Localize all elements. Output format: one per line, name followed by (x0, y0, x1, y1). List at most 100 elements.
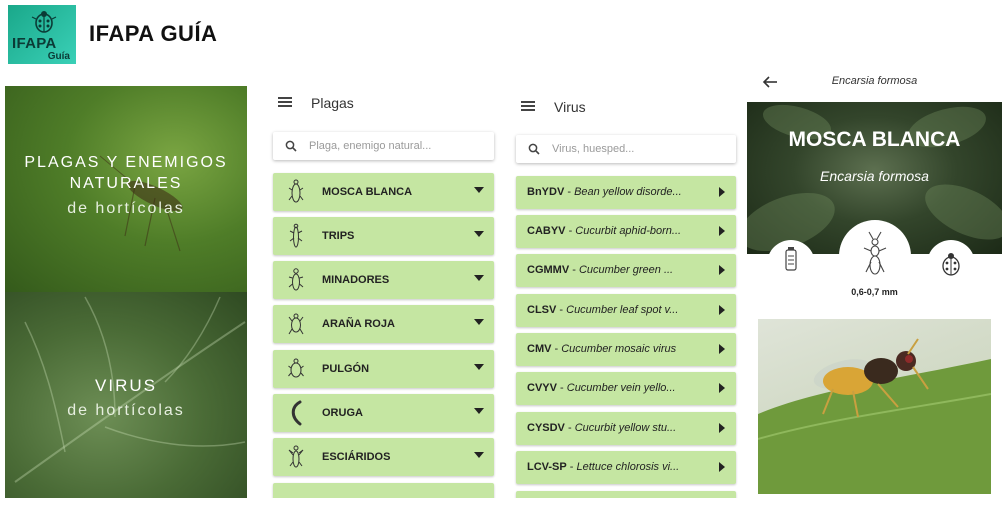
caterpillar-icon (291, 400, 302, 426)
chevron-right-icon[interactable] (719, 423, 725, 433)
chevron-down-icon[interactable] (474, 452, 484, 458)
virus-item-bnydv[interactable]: BnYDV - Bean yellow disorde... (516, 176, 736, 209)
ladybug-icon (942, 253, 960, 276)
plagas-tile-subtitle: de hortícolas (67, 200, 185, 217)
virus-topbar: Virus (510, 86, 743, 126)
plagas-item-label: MINADORES (322, 274, 390, 286)
virus-search[interactable] (516, 135, 736, 163)
trap-bubble[interactable] (767, 240, 815, 288)
virus-code: CABYV (527, 225, 566, 237)
plagas-topbar: Plagas (266, 86, 502, 126)
chevron-right-icon[interactable] (719, 187, 725, 197)
virus-name: Cucurbit aphid-born... (575, 225, 682, 237)
plagas-title: Plagas (311, 95, 354, 111)
chevron-right-icon[interactable] (719, 344, 725, 354)
menu-icon[interactable] (521, 101, 535, 112)
chevron-down-icon[interactable] (474, 187, 484, 193)
insect-photo (758, 319, 991, 494)
chevron-down-icon[interactable] (474, 364, 484, 370)
plagas-screen: Plagas MOSCA BLANCA TRIPS MINADORES ARAÑ… (266, 86, 502, 498)
virus-item-label: CYSDV - Cucurbit yellow stu... (527, 422, 677, 434)
plagas-item-label: ARAÑA ROJA (322, 318, 395, 330)
plagas-search[interactable] (273, 132, 494, 160)
virus-item-clsv[interactable]: CLSV - Cucumber leaf spot v... (516, 294, 736, 327)
plagas-item-oruga[interactable]: ORUGA (273, 394, 494, 432)
plagas-item-minadores[interactable]: MINADORES (273, 261, 494, 299)
virus-name: Lettuce chlorosis vi... (576, 461, 680, 473)
virus-code: CMV (527, 343, 552, 355)
plagas-item-mosca-blanca[interactable]: MOSCA BLANCA (273, 173, 494, 211)
virus-item-label: CABYV - Cucurbit aphid-born... (527, 225, 682, 237)
plagas-item-partial[interactable] (273, 483, 494, 498)
app-logo: IFAPA Guía (8, 5, 76, 64)
thrips-icon (289, 223, 303, 248)
detail-hero-subtitle: Encarsia formosa (820, 168, 929, 184)
logo-subtext: Guía (47, 51, 70, 62)
plagas-item-label: MOSCA BLANCA (322, 186, 413, 198)
app-title: IFAPA GUÍA (89, 21, 218, 46)
virus-item-label: CVYV - Cucumber vein yello... (527, 382, 676, 394)
virus-name: Cucumber green ... (578, 264, 674, 276)
virus-item-cvyv[interactable]: CVYV - Cucumber vein yello... (516, 372, 736, 405)
logo-text: IFAPA (12, 35, 57, 52)
ladybug-logo-icon (31, 11, 57, 33)
encarsia-photo-illustration (758, 338, 991, 494)
home-screen: PLAGAS Y ENEMIGOS NATURALES de hortícola… (5, 86, 247, 498)
spider-mite-icon (288, 313, 304, 335)
chevron-down-icon[interactable] (474, 319, 484, 325)
insect-size-label: 0,6-0,7 mm (851, 287, 898, 297)
virus-item-cysdv[interactable]: CYSDV - Cucurbit yellow stu... (516, 412, 736, 445)
plagas-item-label: TRIPS (322, 230, 355, 242)
virus-screen: Virus BnYDV - Bean yellow disorde... CAB… (510, 86, 743, 498)
search-icon (285, 140, 297, 152)
virus-code: CYSDV (527, 422, 565, 434)
chevron-right-icon[interactable] (719, 305, 725, 315)
aphid-icon (288, 358, 304, 378)
plagas-item-arana-roja[interactable]: ARAÑA ROJA (273, 305, 494, 343)
chevron-right-icon[interactable] (719, 226, 725, 236)
virus-item-partial[interactable] (516, 491, 736, 498)
virus-item-lcv-sp[interactable]: LCV-SP - Lettuce chlorosis vi... (516, 451, 736, 484)
chevron-right-icon[interactable] (719, 383, 725, 393)
chevron-down-icon[interactable] (474, 408, 484, 414)
chevron-right-icon[interactable] (719, 462, 725, 472)
plagas-item-pulgon[interactable]: PULGÓN (273, 350, 494, 388)
virus-name: Cucumber vein yello... (566, 382, 676, 394)
chevron-down-icon[interactable] (474, 231, 484, 237)
virus-item-cabyv[interactable]: CABYV - Cucurbit aphid-born... (516, 215, 736, 248)
virus-name: Bean yellow disorde... (574, 186, 682, 198)
virus-name: Cucurbit yellow stu... (574, 422, 677, 434)
menu-icon[interactable] (278, 97, 292, 108)
virus-code: CLSV (527, 304, 557, 316)
wasp-icon (863, 231, 887, 275)
chevron-right-icon[interactable] (719, 265, 725, 275)
virus-item-cgmmv[interactable]: CGMMV - Cucumber green ... (516, 254, 736, 287)
insect-bubble[interactable] (839, 220, 911, 292)
plagas-tile[interactable]: PLAGAS Y ENEMIGOS NATURALES de hortícola… (5, 86, 247, 292)
whitefly-icon (288, 179, 304, 203)
plagas-item-label: ORUGA (322, 407, 363, 419)
predator-bubble[interactable] (927, 240, 975, 288)
virus-name: Cucumber mosaic virus (561, 343, 677, 355)
virus-item-label: BnYDV - Bean yellow disorde... (527, 186, 682, 198)
sciarid-icon (288, 445, 304, 468)
virus-tile-title: VIRUS (95, 376, 157, 395)
chevron-down-icon[interactable] (474, 275, 484, 281)
search-icon (528, 143, 540, 155)
virus-title: Virus (554, 99, 586, 115)
virus-code: BnYDV (527, 186, 565, 198)
virus-item-cmv[interactable]: CMV - Cucumber mosaic virus (516, 333, 736, 366)
virus-item-label: LCV-SP - Lettuce chlorosis vi... (527, 461, 680, 473)
virus-tile[interactable]: VIRUS de hortícolas (5, 292, 247, 498)
plagas-tile-title-line2: NATURALES (69, 175, 183, 192)
plagas-item-label: ESCIÁRIDOS (322, 451, 391, 463)
virus-search-input[interactable] (552, 140, 722, 158)
virus-code: LCV-SP (527, 461, 567, 473)
plagas-item-trips[interactable]: TRIPS (273, 217, 494, 255)
plagas-item-esciaridos[interactable]: ESCIÁRIDOS (273, 438, 494, 476)
virus-code: CGMMV (527, 264, 570, 276)
detail-hero-title: MOSCA BLANCA (788, 128, 961, 151)
plagas-search-input[interactable] (309, 137, 479, 155)
plagas-item-label: PULGÓN (322, 363, 370, 375)
virus-item-label: CGMMV - Cucumber green ... (527, 264, 674, 276)
